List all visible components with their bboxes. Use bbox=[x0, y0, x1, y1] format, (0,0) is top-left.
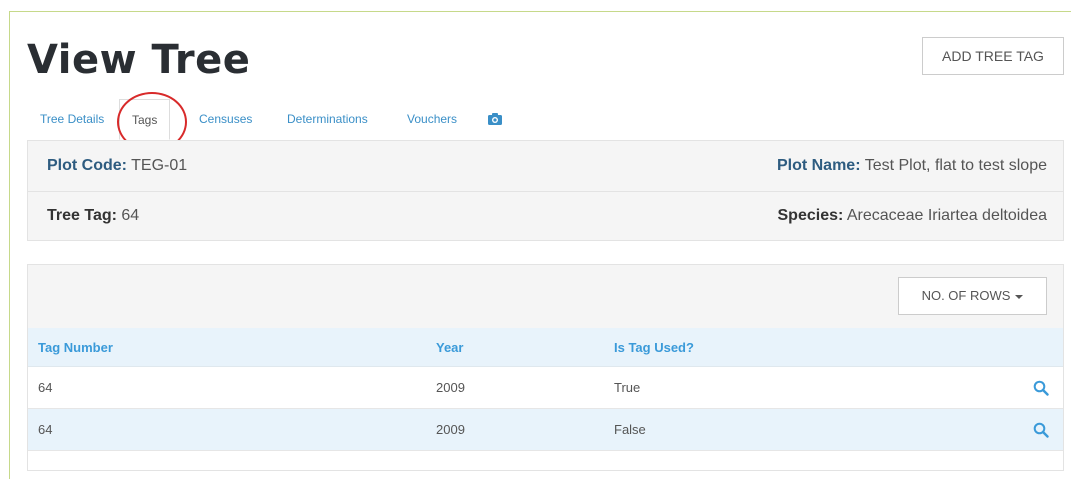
camera-icon[interactable] bbox=[488, 112, 502, 126]
cell-tag-number: 64 bbox=[28, 408, 426, 451]
column-header-actions bbox=[999, 328, 1063, 367]
add-tree-tag-button[interactable]: ADD TREE TAG bbox=[922, 37, 1064, 75]
column-header-tag-number[interactable]: Tag Number bbox=[28, 328, 426, 367]
tab-vouchers[interactable]: Vouchers bbox=[407, 99, 457, 139]
page-title: View Tree bbox=[27, 37, 251, 83]
info-row-tree: Tree Tag: 64 Species: Arecaceae Iriartea… bbox=[28, 191, 1063, 241]
species-value: Arecaceae Iriartea deltoidea bbox=[846, 207, 1047, 224]
tree-tag-value: 64 bbox=[121, 207, 140, 224]
search-icon[interactable] bbox=[1033, 422, 1049, 438]
tree-tag-label: Tree Tag: bbox=[47, 207, 117, 224]
cell-year: 2009 bbox=[426, 408, 604, 451]
plot-code-label: Plot Code: bbox=[47, 157, 127, 174]
tab-bar: Tree Details Tags Censuses Determination… bbox=[27, 99, 1064, 140]
species-label: Species: bbox=[777, 207, 844, 224]
tab-censuses[interactable]: Censuses bbox=[199, 99, 252, 139]
plot-code-value: TEG-01 bbox=[131, 157, 188, 174]
column-header-is-tag-used[interactable]: Is Tag Used? bbox=[604, 328, 999, 367]
tab-determinations[interactable]: Determinations bbox=[287, 99, 368, 139]
tags-table-panel: NO. OF ROWS Tag Number Year Is Tag Used?… bbox=[27, 264, 1064, 471]
tags-table: Tag Number Year Is Tag Used? 64 2009 Tru… bbox=[28, 328, 1063, 451]
table-row: 64 2009 False bbox=[28, 408, 1063, 451]
table-header-row: Tag Number Year Is Tag Used? bbox=[28, 328, 1063, 367]
table-row: 64 2009 True bbox=[28, 366, 1063, 409]
column-header-year[interactable]: Year bbox=[426, 328, 604, 367]
search-icon[interactable] bbox=[1033, 380, 1049, 396]
tab-tree-details[interactable]: Tree Details bbox=[40, 99, 104, 139]
plot-name-label: Plot Name: bbox=[776, 157, 861, 174]
cell-year: 2009 bbox=[426, 366, 604, 409]
cell-is-tag-used: False bbox=[604, 408, 999, 451]
plot-name-value: Test Plot, flat to test slope bbox=[864, 157, 1047, 174]
rows-count-dropdown[interactable]: NO. OF ROWS bbox=[898, 277, 1047, 315]
tree-info-panel: Plot Code: TEG-01 Plot Name: Test Plot, … bbox=[27, 140, 1064, 241]
rows-count-label: NO. OF ROWS bbox=[921, 288, 1011, 303]
caret-down-icon bbox=[1015, 294, 1024, 299]
tab-tags[interactable]: Tags bbox=[119, 99, 171, 140]
cell-is-tag-used: True bbox=[604, 366, 999, 409]
panel-header: NO. OF ROWS bbox=[28, 265, 1063, 329]
info-row-plot: Plot Code: TEG-01 Plot Name: Test Plot, … bbox=[28, 141, 1063, 192]
cell-tag-number: 64 bbox=[28, 366, 426, 409]
